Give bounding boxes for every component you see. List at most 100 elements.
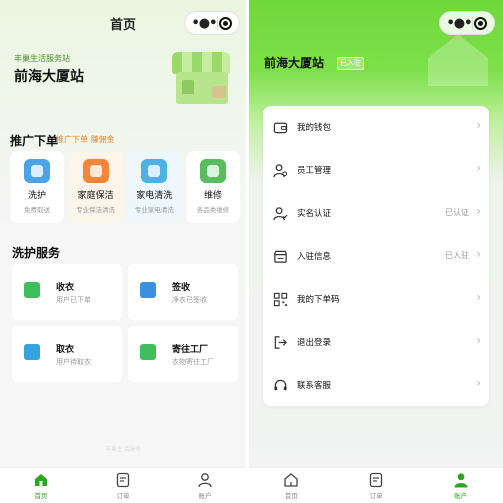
promo-item-laundry[interactable]: 洗护 免费取送: [10, 151, 64, 223]
mini-program-capsule[interactable]: •●•: [184, 11, 240, 35]
menu-item-label: 我的下单码: [297, 295, 340, 305]
menu-item-label: 实名认证: [297, 209, 332, 219]
menu-item-staff[interactable]: 员工管理 ›: [263, 149, 489, 191]
user-icon: [198, 473, 212, 488]
station-subtitle: 丰巢生活服务站: [14, 54, 70, 63]
tab-orders[interactable]: 订单: [98, 472, 148, 500]
home-screen: 首页 •●• 丰巢生活服务站 前海大厦站 推广下单 推广下单 赚佣金 洗护 免费…: [0, 0, 246, 503]
close-target-icon[interactable]: [219, 16, 233, 30]
order-list-icon: [369, 472, 383, 488]
tab-label: 订单: [116, 492, 130, 500]
cleaning-icon: [82, 159, 109, 183]
menu-item-status: 已入驻: [445, 251, 469, 260]
promo-item-name: 家电清洗: [136, 191, 173, 201]
menu-item-label: 联系客服: [297, 381, 332, 391]
tab-label: 首页: [34, 492, 48, 500]
menu-item-wallet[interactable]: 我的钱包 ›: [263, 106, 489, 148]
service-sub: 净衣已签收: [172, 296, 207, 304]
account-menu: 我的钱包 › 员工管理 › 实名认证 已认证 › 入驻信息 已入驻 › 我的下单…: [263, 106, 489, 406]
menu-item-customer-service[interactable]: 联系客服 ›: [263, 364, 489, 406]
tab-label: 订单: [369, 492, 383, 500]
promo-item-sub: 免费取送: [24, 206, 50, 214]
store-info-icon: [273, 250, 288, 263]
tab-orders[interactable]: 订单: [351, 472, 401, 500]
menu-item-label: 入驻信息: [297, 252, 332, 262]
tab-bar: 首页 订单 账户: [0, 467, 246, 503]
footer-text: 丰巢生活服务: [104, 446, 141, 453]
tab-label: 首页: [284, 492, 298, 500]
user-icon: [454, 473, 468, 488]
chevron-right-icon: ›: [476, 204, 481, 218]
promo-section-title: 推广下单: [10, 134, 59, 148]
chevron-right-icon: ›: [476, 161, 481, 175]
service-name: 收衣: [56, 283, 75, 293]
chevron-right-icon: ›: [476, 247, 481, 261]
house-watermark-icon: [428, 34, 488, 86]
shop-illustration: [168, 50, 232, 108]
wallet-icon: [273, 122, 288, 134]
service-sign-receipt[interactable]: 签收 净衣已签收: [128, 264, 238, 320]
service-collect-clothes[interactable]: 收衣 用户已下单: [12, 264, 122, 320]
menu-item-status: 已认证: [445, 208, 469, 217]
promo-item-house-cleaning[interactable]: 家庭保洁 专业保洁清洗: [68, 151, 123, 223]
repair-house-icon: [199, 159, 226, 183]
promo-item-repair[interactable]: 维修 各品类维修: [185, 151, 240, 223]
station-name: 前海大厦站: [264, 56, 325, 70]
chevron-right-icon: ›: [476, 376, 481, 390]
service-send-to-factory[interactable]: 寄往工厂 衣物寄往工厂: [128, 326, 238, 382]
promo-item-appliance-cleaning[interactable]: 家电清洗 专业家电清洗: [127, 151, 182, 223]
menu-item-logout[interactable]: 退出登录 ›: [263, 321, 489, 363]
sign-receipt-icon: [140, 282, 156, 298]
tab-account[interactable]: 账户: [180, 472, 230, 500]
service-section-title: 洗护服务: [12, 246, 61, 260]
tab-home[interactable]: 首页: [16, 472, 66, 500]
service-name: 签收: [172, 283, 191, 293]
menu-item-id-verify[interactable]: 实名认证 已认证 ›: [263, 192, 489, 234]
capsule-divider: [217, 16, 219, 30]
service-sub: 用户已下单: [56, 296, 91, 304]
pickup-clothes-icon: [24, 344, 40, 360]
promo-item-sub: 专业家电清洗: [134, 206, 174, 214]
order-list-icon: [116, 472, 130, 488]
tab-label: 账户: [454, 492, 468, 500]
tab-account[interactable]: 账户: [436, 472, 486, 500]
service-name: 寄往工厂: [172, 345, 209, 355]
home-icon: [284, 473, 298, 487]
laundry-icon: [24, 159, 50, 183]
status-badge: 已入驻: [337, 57, 364, 70]
more-icon[interactable]: •●•: [192, 17, 218, 30]
menu-item-store-info[interactable]: 入驻信息 已入驻 ›: [263, 235, 489, 277]
service-grid: 收衣 用户已下单 签收 净衣已签收 取衣 用户待取衣 寄往工厂 衣物寄往工厂: [12, 264, 238, 382]
staff-icon: [273, 164, 288, 178]
promo-item-sub: 各品类维修: [196, 206, 230, 214]
chevron-right-icon: ›: [476, 333, 481, 347]
logout-icon: [274, 336, 287, 349]
account-screen: •●• 前海大厦站 已入驻 我的钱包 › 员工管理 › 实名认证 已认证 › 入…: [249, 0, 503, 503]
qr-code-icon: [273, 292, 288, 307]
promo-item-name: 维修: [203, 191, 222, 201]
delivery-truck-icon: [140, 344, 156, 360]
menu-item-label: 退出登录: [297, 338, 332, 348]
id-verify-icon: [273, 207, 288, 221]
chevron-right-icon: ›: [476, 118, 481, 132]
promo-item-name: 洗护: [27, 191, 46, 201]
promo-item-name: 家庭保洁: [77, 191, 114, 201]
promo-item-sub: 专业保洁清洗: [76, 206, 116, 214]
home-icon: [35, 474, 47, 486]
collect-clothes-icon: [24, 282, 40, 298]
promo-list: 洗护 免费取送 家庭保洁 专业保洁清洗 家电清洗 专业家电清洗 维修 各品类维修: [10, 151, 240, 223]
menu-item-order-code[interactable]: 我的下单码 ›: [263, 278, 489, 320]
tab-bar: 首页 订单 账户: [249, 467, 503, 503]
menu-item-label: 员工管理: [297, 166, 332, 176]
service-name: 取衣: [56, 345, 75, 355]
service-sub: 用户待取衣: [56, 358, 91, 366]
headset-icon: [274, 379, 287, 391]
menu-item-label: 我的钱包: [297, 123, 332, 133]
chevron-right-icon: ›: [476, 290, 481, 304]
tab-home[interactable]: 首页: [266, 472, 316, 500]
promo-commission-tag: 推广下单 赚佣金: [56, 135, 115, 144]
tab-label: 账户: [198, 492, 212, 500]
service-sub: 衣物寄往工厂: [172, 358, 214, 366]
service-pickup-clothes[interactable]: 取衣 用户待取衣: [12, 326, 122, 382]
washing-machine-icon: [141, 159, 168, 183]
